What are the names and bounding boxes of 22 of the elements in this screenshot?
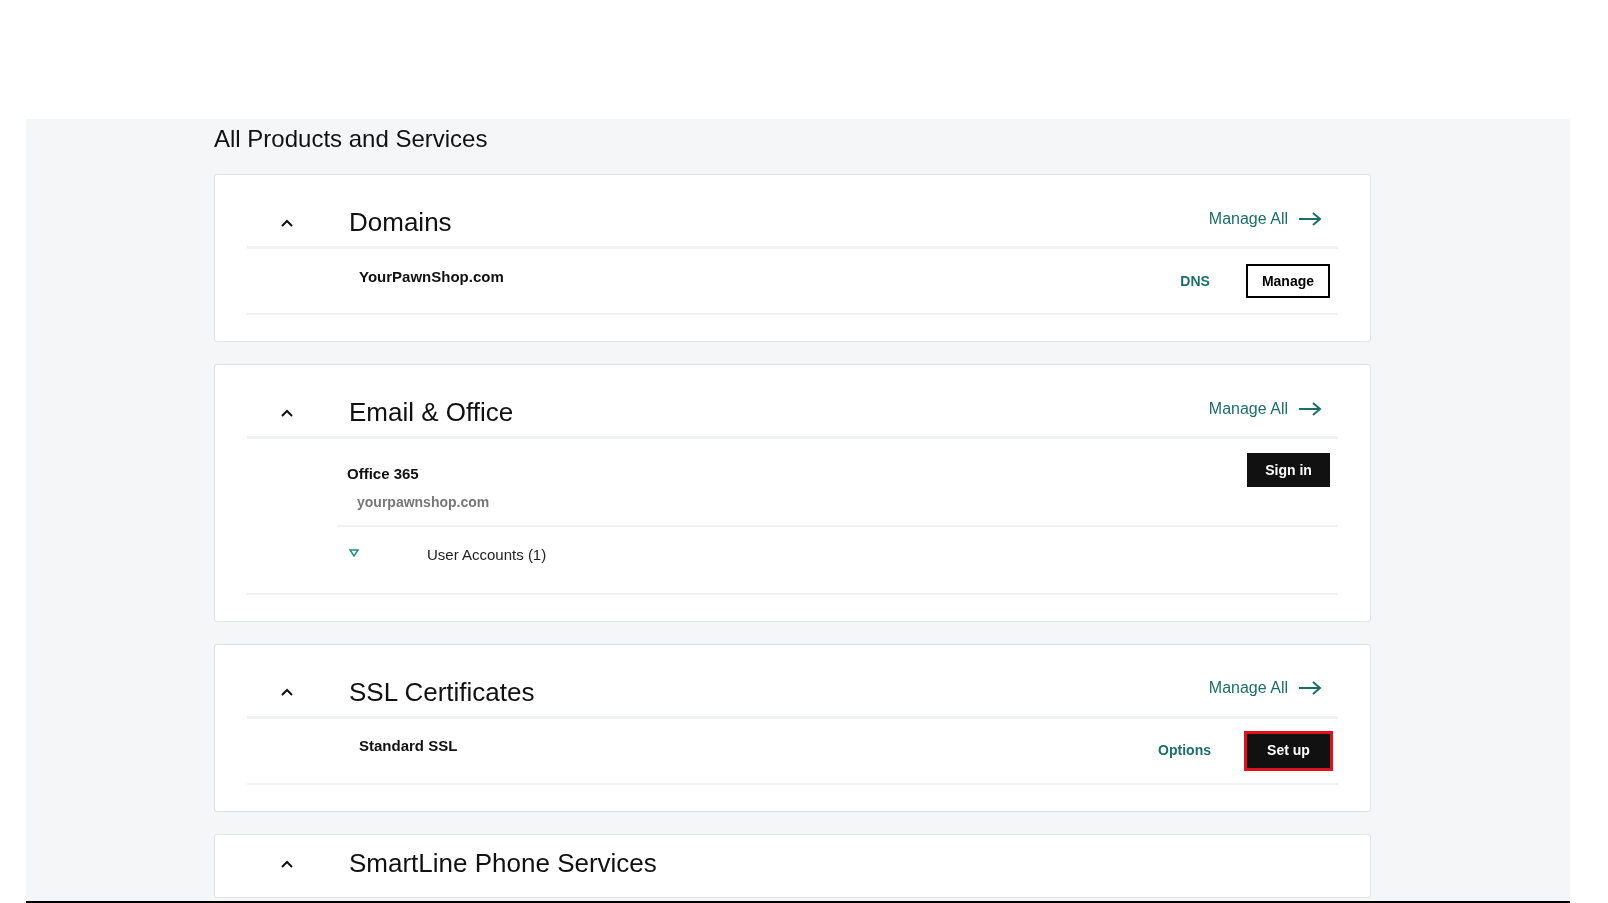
page-title: All Products and Services <box>214 124 489 154</box>
product-name: YourPawnShop.com <box>358 266 505 287</box>
action-link[interactable]: DNS <box>1180 270 1210 292</box>
user-accounts-toggle[interactable]: User Accounts (1) <box>427 544 547 567</box>
caret-icon[interactable] <box>349 548 359 557</box>
right-arrow-icon <box>1298 401 1322 416</box>
right-arrow-icon <box>1298 211 1322 226</box>
action-button[interactable]: Set up <box>1247 733 1330 768</box>
product-name: Office 365 <box>347 464 420 484</box>
product-domain: yourpawnshop.com <box>356 492 491 512</box>
manage-all-link[interactable]: Manage All <box>1208 396 1322 421</box>
manage-all-link[interactable]: Manage All <box>1208 206 1322 231</box>
section-title: Domains <box>349 206 453 239</box>
section-title: Email & Office <box>349 396 515 429</box>
section-title: SSL Certificates <box>349 675 536 709</box>
product-name: Standard SSL <box>358 736 459 757</box>
right-arrow-icon <box>1298 681 1322 695</box>
action-button[interactable]: Sign in <box>1247 453 1330 487</box>
section-title: SmartLine Phone Services <box>349 847 658 880</box>
manage-all-link[interactable]: Manage All <box>1208 676 1322 700</box>
manage-button[interactable]: Manage <box>1245 264 1330 298</box>
action-link[interactable]: Options <box>1158 740 1211 761</box>
